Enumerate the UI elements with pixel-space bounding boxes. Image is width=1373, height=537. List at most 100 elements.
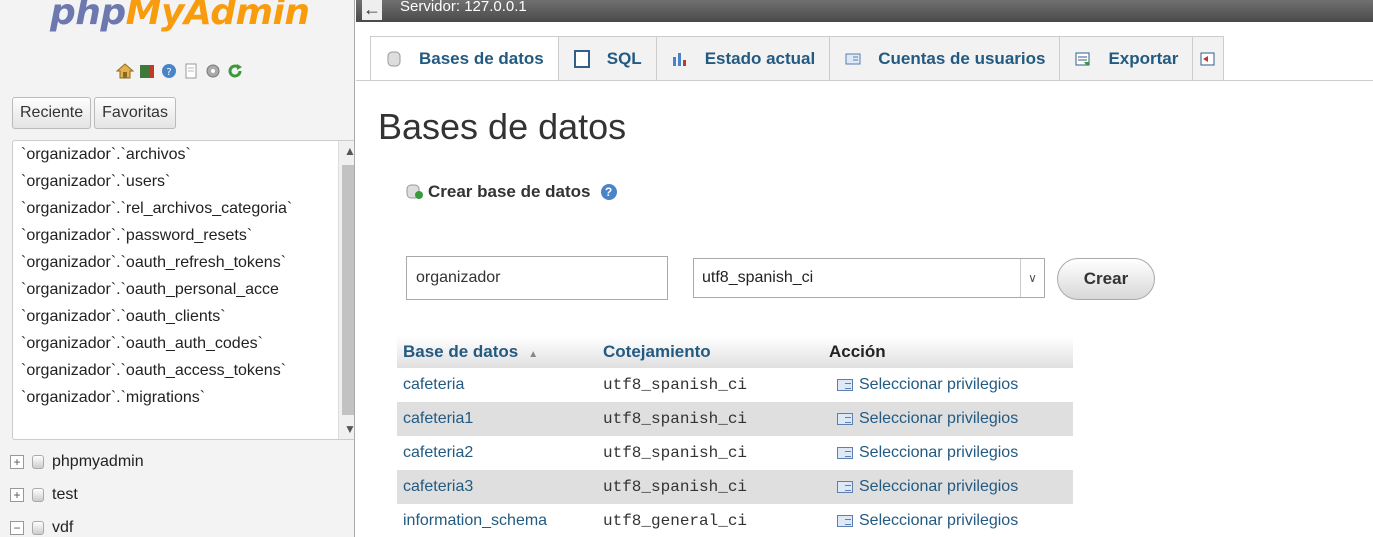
expand-icon[interactable]: + bbox=[10, 454, 24, 469]
privileges-icon[interactable] bbox=[837, 514, 853, 527]
recent-scrollbar[interactable]: ▲ ▼ bbox=[338, 141, 354, 439]
action-cell: Seleccionar privilegios bbox=[823, 470, 1073, 504]
reload-icon[interactable] bbox=[226, 62, 244, 80]
tab-sql[interactable]: SQL bbox=[557, 36, 657, 80]
import-icon bbox=[1199, 50, 1217, 68]
table-row: cafeteria2 utf8_spanish_ci Seleccionar p… bbox=[397, 436, 1073, 470]
database-name-link[interactable]: cafeteria2 bbox=[397, 436, 597, 470]
docs-icon[interactable] bbox=[182, 62, 200, 80]
exit-icon[interactable] bbox=[138, 62, 156, 80]
tab-status[interactable]: Estado actual bbox=[655, 36, 831, 80]
table-row: cafeteria1 utf8_spanish_ci Seleccionar p… bbox=[397, 402, 1073, 436]
database-icon bbox=[32, 487, 44, 502]
create-button[interactable]: Crear bbox=[1057, 258, 1155, 300]
scroll-up-icon[interactable]: ▲ bbox=[339, 141, 354, 161]
column-header-collation[interactable]: Cotejamiento bbox=[597, 336, 823, 368]
list-item[interactable]: `organizador`.`password_resets` bbox=[13, 222, 339, 249]
list-item[interactable]: `organizador`.`users` bbox=[13, 168, 339, 195]
privileges-icon[interactable] bbox=[837, 480, 853, 493]
check-privileges-link[interactable]: Seleccionar privilegios bbox=[859, 376, 1018, 393]
databases-table: Base de datos ▲ Cotejamiento Acción cafet… bbox=[397, 336, 1073, 537]
tab-databases[interactable]: Bases de datos bbox=[370, 36, 559, 80]
tab-label: SQL bbox=[606, 48, 642, 68]
list-item[interactable]: `organizador`.`oauth_refresh_tokens` bbox=[13, 249, 339, 276]
tab-label: Cuentas de usuarios bbox=[878, 48, 1046, 68]
privileges-icon[interactable] bbox=[837, 446, 853, 459]
tab-favorites[interactable]: Favoritas bbox=[94, 97, 176, 129]
tree-item-label[interactable]: phpmyadmin bbox=[52, 453, 144, 471]
database-icon bbox=[385, 50, 403, 68]
status-icon bbox=[671, 50, 689, 68]
tab-recent[interactable]: Reciente bbox=[12, 97, 92, 129]
chevron-down-icon[interactable]: ∨ bbox=[1020, 259, 1044, 297]
create-database-label: Crear base de datos bbox=[428, 182, 591, 201]
sort-ascending-icon[interactable]: ▲ bbox=[528, 349, 538, 360]
tab-user-accounts[interactable]: Cuentas de usuarios bbox=[829, 36, 1061, 80]
tree-item-vdf[interactable]: − vdf bbox=[10, 511, 144, 537]
database-icon bbox=[32, 520, 44, 535]
create-database-heading: Crear base de datos ? bbox=[406, 182, 617, 202]
tabs-divider bbox=[356, 80, 1373, 81]
tree-item-phpmyadmin[interactable]: + phpmyadmin bbox=[10, 445, 144, 478]
tree-item-test[interactable]: + test bbox=[10, 478, 144, 511]
scroll-down-icon[interactable]: ▼ bbox=[339, 419, 354, 439]
recent-favorites-tabs: Reciente Favoritas bbox=[12, 97, 176, 129]
action-cell: Seleccionar privilegios bbox=[823, 368, 1073, 402]
column-header-action: Acción bbox=[823, 336, 1073, 368]
tab-import-partial[interactable] bbox=[1192, 36, 1225, 80]
check-privileges-link[interactable]: Seleccionar privilegios bbox=[859, 512, 1018, 529]
database-name-input[interactable] bbox=[406, 256, 668, 300]
database-name-link[interactable]: cafeteria3 bbox=[397, 470, 597, 504]
list-item[interactable]: `organizador`.`archivos` bbox=[13, 141, 339, 168]
navigation-panel: phpMyAdmin ? Reciente Favoritas `organiz… bbox=[0, 0, 355, 537]
nav-icons: ? bbox=[116, 62, 244, 80]
top-menu-tabs: Bases de datos SQL Estado actual Cuentas… bbox=[370, 36, 1225, 80]
collation-select[interactable]: utf8_spanish_ci ∨ bbox=[693, 258, 1045, 298]
settings-icon[interactable] bbox=[204, 62, 222, 80]
export-icon bbox=[1074, 50, 1092, 68]
sql-icon bbox=[573, 49, 591, 68]
collation-value: utf8_spanish_ci bbox=[597, 368, 823, 402]
home-icon[interactable] bbox=[116, 62, 134, 80]
tab-export[interactable]: Exportar bbox=[1059, 36, 1194, 80]
svg-text:?: ? bbox=[166, 67, 171, 78]
server-breadcrumb-bar: ← Servidor: 127.0.0.1 bbox=[356, 0, 1373, 22]
tab-label: Exportar bbox=[1108, 48, 1179, 68]
database-name-link[interactable]: information_schema bbox=[397, 504, 597, 537]
collation-value: utf8_spanish_ci bbox=[597, 436, 823, 470]
tree-item-label[interactable]: test bbox=[52, 486, 78, 504]
list-item[interactable]: `organizador`.`oauth_access_tokens` bbox=[13, 357, 339, 384]
privileges-icon[interactable] bbox=[837, 378, 853, 391]
privileges-icon[interactable] bbox=[837, 412, 853, 425]
database-name-link[interactable]: cafeteria1 bbox=[397, 402, 597, 436]
database-tree: + phpmyadmin + test − vdf bbox=[10, 445, 144, 537]
recent-tables-list: `organizador`.`archivos` `organizador`.`… bbox=[12, 140, 354, 440]
list-item[interactable]: `organizador`.`oauth_personal_acce bbox=[13, 276, 339, 303]
check-privileges-link[interactable]: Seleccionar privilegios bbox=[859, 444, 1018, 461]
collation-value: utf8_spanish_ci bbox=[597, 402, 823, 436]
database-name-link[interactable]: cafeteria bbox=[397, 368, 597, 402]
phpmyadmin-logo[interactable]: phpMyAdmin bbox=[50, 0, 310, 33]
scroll-thumb[interactable] bbox=[342, 165, 354, 415]
tab-label: Estado actual bbox=[704, 48, 816, 68]
check-privileges-link[interactable]: Seleccionar privilegios bbox=[859, 478, 1018, 495]
list-item[interactable]: `organizador`.`oauth_clients` bbox=[13, 303, 339, 330]
action-cell: Seleccionar privilegios bbox=[823, 436, 1073, 470]
collapse-icon[interactable]: − bbox=[10, 520, 24, 535]
column-header-database[interactable]: Base de datos ▲ bbox=[397, 336, 597, 368]
tree-item-label[interactable]: vdf bbox=[52, 519, 73, 537]
list-item[interactable]: `organizador`.`oauth_auth_codes` bbox=[13, 330, 339, 357]
help-icon[interactable]: ? bbox=[160, 62, 178, 80]
list-item[interactable]: `organizador`.`rel_archivos_categoria` bbox=[13, 195, 339, 222]
expand-icon[interactable]: + bbox=[10, 487, 24, 502]
back-arrow-icon[interactable]: ← bbox=[362, 0, 382, 20]
table-header-row: Base de datos ▲ Cotejamiento Acción bbox=[397, 336, 1073, 368]
page-title: Bases de datos bbox=[378, 106, 627, 147]
check-privileges-link[interactable]: Seleccionar privilegios bbox=[859, 410, 1018, 427]
table-row: information_schema utf8_general_ci Selec… bbox=[397, 504, 1073, 537]
collation-value: utf8_spanish_ci bbox=[597, 470, 823, 504]
server-breadcrumb[interactable]: Servidor: 127.0.0.1 bbox=[400, 0, 527, 15]
help-icon[interactable]: ? bbox=[600, 184, 617, 200]
table-row: cafeteria utf8_spanish_ci Seleccionar pr… bbox=[397, 368, 1073, 402]
list-item[interactable]: `organizador`.`migrations` bbox=[13, 384, 339, 411]
